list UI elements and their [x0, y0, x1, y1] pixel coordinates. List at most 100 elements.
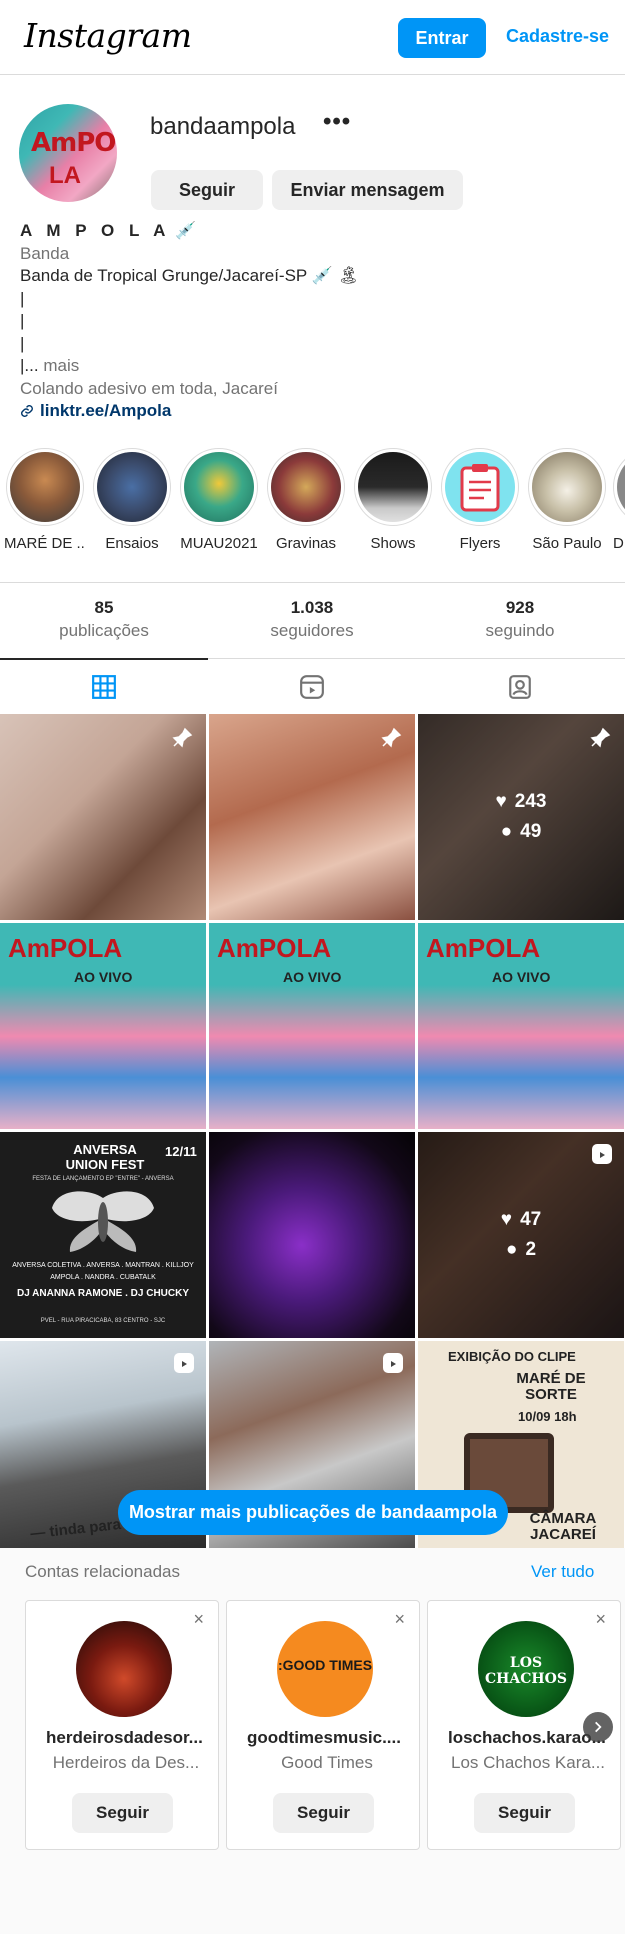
- poster-title: AmPOLA: [8, 933, 123, 963]
- post-comments: 2: [525, 1239, 537, 1260]
- reels-icon: [383, 1353, 403, 1373]
- see-all-link[interactable]: Ver tudo: [531, 1562, 594, 1582]
- highlight-label: D: [613, 535, 624, 552]
- follow-button[interactable]: Seguir: [474, 1793, 575, 1833]
- bio-line: |: [20, 311, 25, 330]
- highlight-label: MARÉ DE ...: [4, 535, 86, 552]
- highlight-item[interactable]: Ensaios: [91, 448, 173, 552]
- more-options-icon[interactable]: •••: [323, 108, 351, 136]
- moth-icon: [52, 1191, 154, 1252]
- highlight-item[interactable]: D: [613, 448, 625, 552]
- highlight-item[interactable]: Gravinas: [265, 448, 347, 552]
- bio-line: |: [20, 288, 25, 308]
- follow-button[interactable]: Seguir: [273, 1793, 374, 1833]
- bio-more-link[interactable]: mais: [43, 356, 79, 375]
- show-more-posts-button[interactable]: Mostrar mais publicações de bandaampola: [118, 1490, 508, 1535]
- stat-label: seguidores: [270, 621, 354, 640]
- poster-title: AmPOLA: [426, 933, 541, 963]
- related-account-avatar[interactable]: LOS CHACHOS: [478, 1621, 574, 1717]
- close-icon[interactable]: ×: [394, 1609, 405, 1630]
- poster-subtitle: FESTA DE LANÇAMENTO EP "ENTRE" - ANVERSA: [32, 1176, 174, 1182]
- related-account-name: Herdeiros da Des...: [52, 1753, 200, 1772]
- poster-date: 10/09 18h: [518, 1409, 577, 1424]
- highlight-cover: [532, 452, 602, 522]
- tab-reels[interactable]: [208, 659, 416, 715]
- poster-place: CÂMARA JACAREÍ: [529, 1510, 597, 1543]
- link-icon: [21, 405, 33, 418]
- poster-subtitle: AO VIVO: [492, 969, 551, 985]
- stat-followers[interactable]: 1.038 seguidores: [208, 598, 416, 641]
- highlight-cover: [617, 452, 625, 522]
- close-icon[interactable]: ×: [595, 1609, 606, 1630]
- good-times-logo: :GOOD TIMES: [277, 1657, 373, 1673]
- related-accounts-title: Contas relacionadas: [25, 1562, 180, 1581]
- story-highlights: MARÉ DE ... Ensaios MUAU2021 Gravinas Sh…: [0, 448, 625, 558]
- post-likes: 47: [520, 1209, 542, 1230]
- post-tile[interactable]: ♥ 243 ● 49: [418, 714, 624, 920]
- related-account-avatar[interactable]: :GOOD TIMES: [277, 1621, 373, 1717]
- post-tile[interactable]: ♥ 47 ● 2: [418, 1132, 624, 1338]
- login-button[interactable]: Entrar: [398, 18, 486, 58]
- bio-link[interactable]: linktr.ee/Ampola: [20, 400, 610, 423]
- poster-bands: AMPOLA . NANDRA . CUBATALK: [50, 1274, 156, 1281]
- profile-stats: 85 publicações 1.038 seguidores 928 segu…: [0, 582, 625, 658]
- poster-title: ANVERSA UNION FEST: [65, 1142, 145, 1172]
- signup-link[interactable]: Cadastre-se: [506, 26, 609, 47]
- follow-button[interactable]: Seguir: [72, 1793, 173, 1833]
- post-tile[interactable]: AmPOLA AO VIVO: [0, 923, 206, 1129]
- follow-button[interactable]: Seguir: [151, 170, 263, 210]
- instagram-logo[interactable]: Instagram: [24, 16, 192, 55]
- pin-icon: [590, 727, 611, 748]
- poster-date: 12/11: [165, 1144, 197, 1159]
- post-tile[interactable]: ANVERSA UNION FEST 12/11 FESTA DE LANÇAM…: [0, 1132, 206, 1338]
- highlight-label: São Paulo: [532, 535, 602, 552]
- highlight-label: MUAU2021: [180, 535, 258, 552]
- clipboard-icon: [445, 452, 515, 522]
- profile-display-name: A M P O L A: [20, 221, 171, 240]
- highlight-cover: [97, 452, 167, 522]
- bio-tagline: Colando adesivo em toda, Jacareí: [20, 378, 278, 398]
- poster-djs: DJ ANANNA RAMONE . DJ CHUCKY: [16, 1288, 190, 1299]
- highlight-cover: [184, 452, 254, 522]
- profile-avatar[interactable]: AmPOLA LA: [19, 104, 117, 202]
- related-account-card[interactable]: × herdeirosdadesor... Herdeiros da Des..…: [25, 1600, 219, 1850]
- top-bar: Instagram Entrar Cadastre-se: [0, 0, 625, 75]
- stat-number: 928: [505, 598, 535, 617]
- bio-link-text[interactable]: linktr.ee/Ampola: [40, 400, 171, 423]
- related-account-username[interactable]: goodtimesmusic....: [247, 1728, 407, 1748]
- poster-title: EXIBIÇÃO DO CLIPE: [448, 1349, 576, 1364]
- chevron-right-icon[interactable]: [583, 1712, 613, 1742]
- heart-icon: ♥: [495, 791, 507, 812]
- post-tile[interactable]: [209, 714, 415, 920]
- tab-tagged[interactable]: [416, 659, 624, 715]
- highlight-item[interactable]: MUAU2021: [178, 448, 260, 552]
- highlight-item[interactable]: MARÉ DE ...: [4, 448, 86, 552]
- profile-tabs: [0, 658, 625, 714]
- bio-more-prefix: |...: [20, 356, 39, 375]
- stat-label: seguindo: [485, 621, 555, 640]
- stat-following[interactable]: 928 seguindo: [416, 598, 624, 641]
- avatar-text-top: AmPOLA: [31, 128, 117, 158]
- highlight-cover: [271, 452, 341, 522]
- grid-icon: [92, 675, 116, 699]
- post-tile[interactable]: [0, 714, 206, 920]
- tab-posts[interactable]: [0, 658, 208, 714]
- post-tile[interactable]: AmPOLA AO VIVO: [418, 923, 624, 1129]
- comment-icon: ●: [500, 821, 513, 842]
- related-account-card[interactable]: × :GOOD TIMES goodtimesmusic.... Good Ti…: [226, 1600, 420, 1850]
- post-tile[interactable]: [209, 1132, 415, 1338]
- send-message-button[interactable]: Enviar mensagem: [272, 170, 463, 210]
- highlight-item[interactable]: Shows: [352, 448, 434, 552]
- related-account-username[interactable]: herdeirosdadesor...: [46, 1728, 206, 1748]
- highlight-item[interactable]: Flyers: [439, 448, 521, 552]
- post-likes: 243: [514, 791, 547, 812]
- related-account-avatar[interactable]: [76, 1621, 172, 1717]
- post-tile[interactable]: AmPOLA AO VIVO: [209, 923, 415, 1129]
- stat-posts[interactable]: 85 publicações: [0, 598, 208, 641]
- highlight-label: Gravinas: [275, 535, 337, 552]
- los-chachos-logo: LOS CHACHOS: [485, 1655, 567, 1687]
- close-icon[interactable]: ×: [193, 1609, 204, 1630]
- profile-bio: A M P O L A 💉 Banda Banda de Tropical Gr…: [20, 220, 610, 423]
- stat-number: 1.038: [290, 598, 334, 617]
- highlight-item[interactable]: São Paulo: [526, 448, 608, 552]
